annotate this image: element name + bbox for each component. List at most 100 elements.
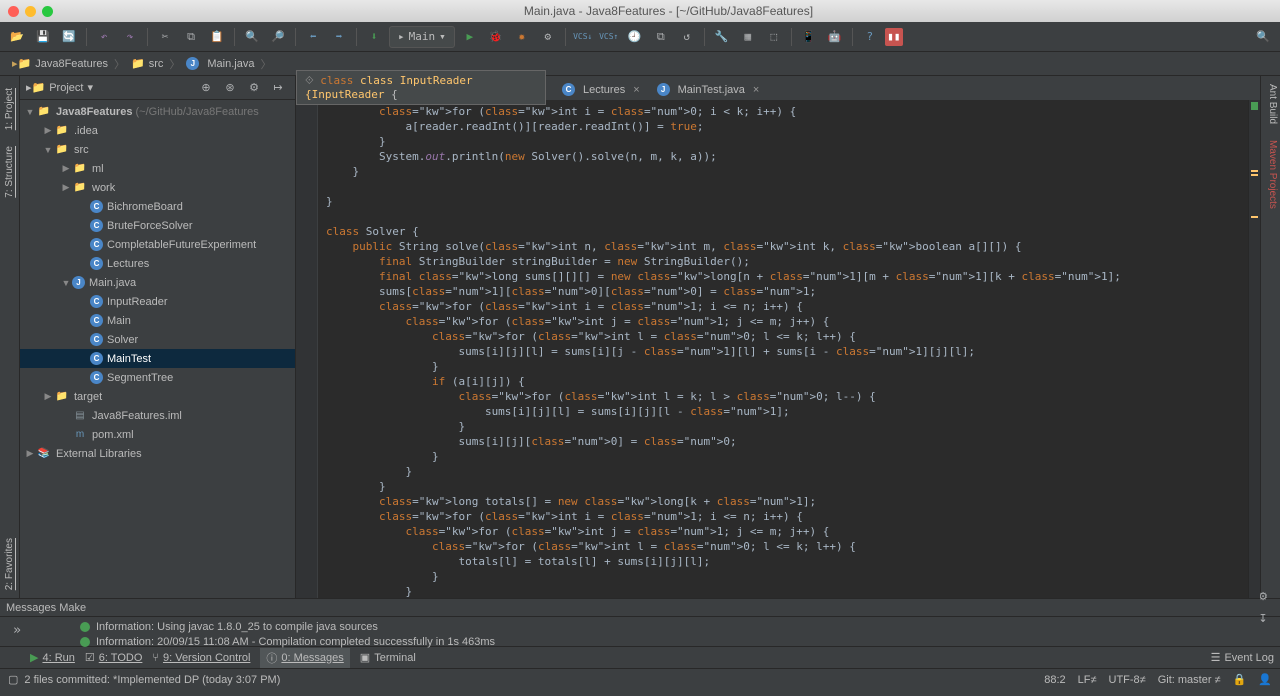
message-line[interactable]: Information: Using javac 1.8.0_25 to com… xyxy=(80,619,1274,634)
project-tree[interactable]: ▼📁Java8Features (~/GitHub/Java8Features … xyxy=(20,100,295,598)
error-stripe[interactable] xyxy=(1248,100,1260,598)
debug-icon[interactable]: 🐞 xyxy=(485,26,507,48)
tree-idea[interactable]: ▶📁.idea xyxy=(20,121,295,140)
tree-inner-class[interactable]: CInputReader xyxy=(20,292,295,311)
avd-icon[interactable]: 📱 xyxy=(798,26,820,48)
close-window[interactable] xyxy=(8,6,19,17)
zoom-window[interactable] xyxy=(42,6,53,17)
tree-inner-class[interactable]: CSolver xyxy=(20,330,295,349)
expand-icon[interactable]: » xyxy=(6,619,28,641)
paste-icon[interactable]: 📋 xyxy=(206,26,228,48)
left-tool-strip: 1: Project 7: Structure 2: Favorites xyxy=(0,76,20,598)
replace-icon[interactable]: 🔎 xyxy=(267,26,289,48)
tree-class[interactable]: CLectures xyxy=(20,254,295,273)
messages-tab[interactable]: ⓘ0: Messages xyxy=(260,648,349,668)
minimize-window[interactable] xyxy=(25,6,36,17)
run-icon[interactable]: ▶ xyxy=(459,26,481,48)
messages-toolbar: » xyxy=(6,619,80,649)
tree-pom[interactable]: mpom.xml xyxy=(20,425,295,444)
file-encoding[interactable]: UTF-8≠ xyxy=(1109,674,1146,686)
redo-icon[interactable]: ↷ xyxy=(119,26,141,48)
stop-icon[interactable]: ▮▮ xyxy=(885,28,903,46)
ant-tool-tab[interactable]: Ant Build xyxy=(1261,76,1280,132)
coverage-icon[interactable]: ✹ xyxy=(511,26,533,48)
vcs-update-icon[interactable]: VCS↓ xyxy=(572,26,594,48)
tree-mainjava[interactable]: ▼JMain.java xyxy=(20,273,295,292)
breadcrumb-bar: ▸📁Java8Features 〉 📁src 〉 JMain.java 〉 xyxy=(0,52,1280,76)
lock-icon[interactable]: 🔒 xyxy=(1233,673,1247,686)
tree-external[interactable]: ▶📚External Libraries xyxy=(20,444,295,463)
terminal-tab[interactable]: ▣Terminal xyxy=(360,651,416,664)
info-icon xyxy=(80,622,90,632)
toggle-tools-icon[interactable]: ▢ xyxy=(8,673,18,686)
tree-segtree[interactable]: CSegmentTree xyxy=(20,368,295,387)
vcs-revert-icon[interactable]: ↺ xyxy=(676,26,698,48)
tree-class[interactable]: CCompletableFutureExperiment xyxy=(20,235,295,254)
tree-maintest[interactable]: CMainTest xyxy=(20,349,295,368)
project-tool-tab[interactable]: 1: Project xyxy=(2,80,17,138)
maven-tool-tab[interactable]: Maven Projects xyxy=(1261,132,1280,217)
sidebar-title[interactable]: ▸📁Project▾ xyxy=(26,81,195,94)
git-branch[interactable]: Git: master ≠ xyxy=(1158,674,1221,686)
sidebar-header: ▸📁Project▾ ⊕ ⊛ ⚙ ↦ xyxy=(20,76,295,100)
event-log-tab[interactable]: ☰Event Log xyxy=(1211,651,1274,664)
tree-class[interactable]: CBruteForceSolver xyxy=(20,216,295,235)
tree-work[interactable]: ▶📁work xyxy=(20,178,295,197)
status-bar: ▢ 2 files committed: *Implemented DP (to… xyxy=(0,668,1280,690)
favorites-tool-tab[interactable]: 2: Favorites xyxy=(2,530,17,598)
search-everywhere-icon[interactable]: 🔍 xyxy=(1252,26,1274,48)
sync-icon[interactable]: 🔄 xyxy=(58,26,80,48)
help-icon[interactable]: ? xyxy=(859,26,881,48)
save-icon[interactable]: 💾 xyxy=(32,26,54,48)
close-tab-icon[interactable]: × xyxy=(753,84,759,96)
breadcrumb-nav-popup[interactable]: ⟐ class class InputReader {InputReader { xyxy=(296,70,546,105)
todo-tab[interactable]: ☑6: TODO xyxy=(85,651,142,664)
structure-tool-tab[interactable]: 7: Structure xyxy=(2,138,17,206)
cursor-position[interactable]: 88:2 xyxy=(1044,674,1065,686)
target-icon[interactable]: ⊛ xyxy=(219,77,241,99)
profile-icon[interactable]: ⚙ xyxy=(537,26,559,48)
tab-lectures[interactable]: CLectures× xyxy=(554,79,648,100)
tree-ml[interactable]: ▶📁ml xyxy=(20,159,295,178)
cut-icon[interactable]: ✂ xyxy=(154,26,176,48)
forward-icon[interactable]: ➡ xyxy=(328,26,350,48)
vcs-commit-icon[interactable]: VCS↑ xyxy=(598,26,620,48)
close-tab-icon[interactable]: × xyxy=(633,84,639,96)
android-icon[interactable]: 🤖 xyxy=(824,26,846,48)
messages-title: Messages Make xyxy=(6,602,86,614)
vcs-history-icon[interactable]: 🕘 xyxy=(624,26,646,48)
gear-icon[interactable]: ⚙ xyxy=(243,77,265,99)
run-config-selector[interactable]: ▸ Main ▾ xyxy=(389,26,455,48)
build-icon[interactable]: ⬇ xyxy=(363,26,385,48)
breadcrumb-root[interactable]: ▸📁Java8Features xyxy=(6,57,114,70)
run-tab[interactable]: ▶4: Run xyxy=(30,651,75,664)
undo-icon[interactable]: ↶ xyxy=(93,26,115,48)
tree-iml[interactable]: ▤Java8Features.iml xyxy=(20,406,295,425)
breadcrumb-src[interactable]: 📁src xyxy=(125,57,169,70)
tree-inner-class[interactable]: CMain xyxy=(20,311,295,330)
copy-icon[interactable]: ⧉ xyxy=(180,26,202,48)
find-icon[interactable]: 🔍 xyxy=(241,26,263,48)
vcs-diff-icon[interactable]: ⧉ xyxy=(650,26,672,48)
tree-target[interactable]: ▶📁target xyxy=(20,387,295,406)
code-editor[interactable]: class="kw">for (class="kw">int i = class… xyxy=(318,100,1248,598)
open-icon[interactable]: 📂 xyxy=(6,26,28,48)
sdk-icon[interactable]: ⬚ xyxy=(763,26,785,48)
hide-icon[interactable]: ↦ xyxy=(267,77,289,99)
editor-gutter[interactable] xyxy=(296,100,318,598)
breadcrumb-file[interactable]: JMain.java xyxy=(180,57,260,70)
run-config-icon: ▸ xyxy=(398,30,405,43)
tree-class[interactable]: CBichromeBoard xyxy=(20,197,295,216)
line-separator[interactable]: LF≠ xyxy=(1078,674,1097,686)
back-icon[interactable]: ⬅ xyxy=(302,26,324,48)
vcs-tab[interactable]: ⑂9: Version Control xyxy=(152,652,250,664)
settings-icon[interactable]: 🔧 xyxy=(711,26,733,48)
tab-maintest[interactable]: JMainTest.java× xyxy=(649,79,768,100)
project-structure-icon[interactable]: ▦ xyxy=(737,26,759,48)
tree-root[interactable]: ▼📁Java8Features (~/GitHub/Java8Features xyxy=(20,102,295,121)
tree-src[interactable]: ▼📁src xyxy=(20,140,295,159)
code-area[interactable]: class="kw">for (class="kw">int i = class… xyxy=(296,100,1260,598)
hector-icon[interactable]: 👤 xyxy=(1258,673,1272,686)
collapse-icon[interactable]: ⊕ xyxy=(195,77,217,99)
message-line[interactable]: Information: 20/09/15 11:08 AM - Compila… xyxy=(80,634,1274,649)
